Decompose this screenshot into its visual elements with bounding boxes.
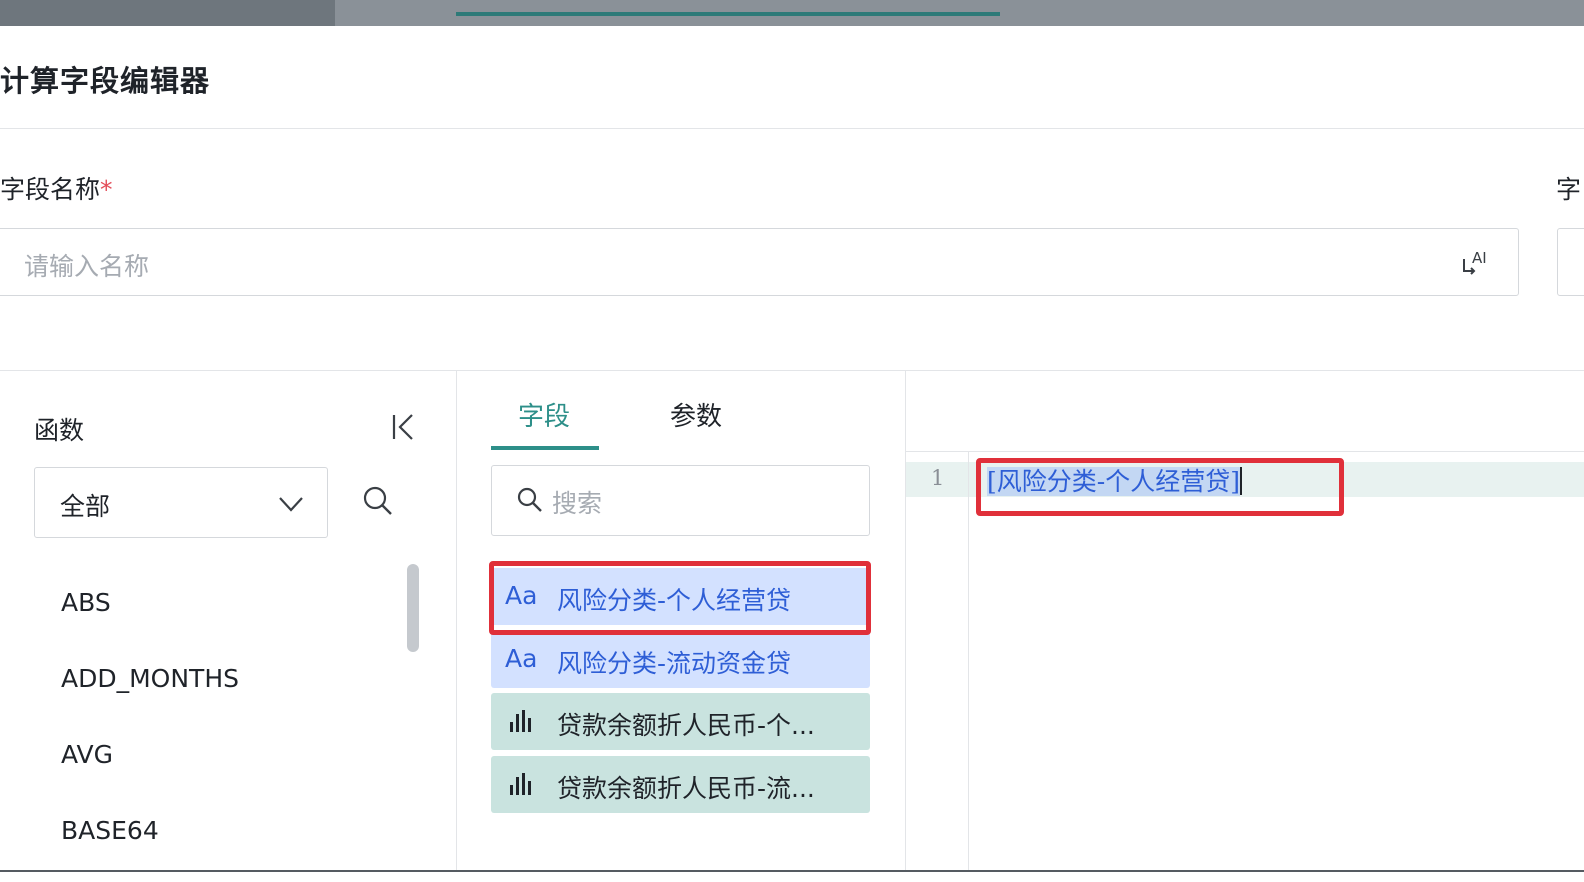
editor-toolbar-divider (906, 451, 1584, 452)
function-item[interactable]: ABS (61, 588, 111, 617)
field-item-risk-working-capital[interactable]: Aa 风险分类-流动资金贷 (491, 631, 870, 688)
formula-field-reference: 风险分类-个人经营贷 (996, 467, 1231, 496)
field-type-label-partial: 字 (1556, 175, 1582, 204)
function-item[interactable]: ADD_MONTHS (61, 664, 239, 693)
function-category-value: 全部 (60, 492, 111, 521)
field-item-label: 风险分类-个人经营贷 (557, 586, 792, 615)
function-list-scrollbar[interactable] (407, 564, 419, 652)
field-search-input[interactable]: 搜索 (491, 465, 870, 536)
ai-generate-icon[interactable]: AI (1458, 245, 1494, 281)
field-item-risk-personal[interactable]: Aa 风险分类-个人经营贷 (491, 568, 870, 625)
numeric-measure-icon (510, 710, 531, 732)
section-divider (0, 370, 1584, 371)
chevron-down-icon (279, 497, 303, 512)
text-cursor (1239, 467, 1242, 495)
bottom-edge (0, 870, 1584, 872)
function-item[interactable]: AVG (61, 740, 113, 769)
field-item-label: 贷款余额折人民币-流... (557, 774, 815, 803)
function-category-select[interactable]: 全部 (34, 467, 328, 538)
header-divider (0, 128, 1584, 129)
tab-fields[interactable]: 字段 (518, 396, 570, 433)
function-item[interactable]: BASE64 (61, 816, 159, 845)
field-item-loan-balance-working-capital[interactable]: 贷款余额折人民币-流... (491, 756, 870, 813)
collapse-panel-icon[interactable] (388, 411, 418, 443)
svg-text:AI: AI (1472, 249, 1487, 267)
required-mark: * (100, 175, 113, 204)
tab-parameters[interactable]: 参数 (670, 396, 722, 433)
formula-editor[interactable]: [风险分类-个人经营贷] (987, 462, 1242, 498)
active-tab-underline (491, 446, 599, 450)
field-name-label: 字段名称* (0, 170, 113, 206)
field-item-loan-balance-personal[interactable]: 贷款余额折人民币-个... (491, 693, 870, 750)
editor-line-number: 1 (931, 466, 945, 490)
text-type-icon: Aa (505, 581, 538, 610)
field-name-input[interactable]: 请输入名称 AI (0, 228, 1519, 296)
numeric-measure-icon (510, 773, 531, 795)
panel-divider-right (905, 371, 906, 871)
dialog-title: 计算字段编辑器 (0, 64, 211, 98)
field-type-select-partial[interactable] (1557, 228, 1584, 296)
search-icon (517, 487, 542, 512)
editor-gutter-divider (968, 452, 969, 870)
formula-close-bracket: ] (1230, 467, 1240, 496)
field-name-placeholder: 请输入名称 (24, 252, 150, 281)
field-search-placeholder: 搜索 (552, 489, 603, 518)
field-item-label: 风险分类-流动资金贷 (557, 649, 792, 678)
function-search-icon[interactable] (362, 485, 394, 517)
field-name-label-text: 字段名称 (0, 175, 101, 204)
active-tab-indicator (456, 12, 1000, 16)
formula-open-bracket: [ (987, 467, 997, 496)
window-top-bar (0, 0, 1584, 26)
panel-divider-left (456, 371, 457, 871)
text-type-icon: Aa (505, 644, 538, 673)
functions-title: 函数 (34, 416, 85, 445)
field-item-label: 贷款余额折人民币-个... (557, 711, 815, 740)
